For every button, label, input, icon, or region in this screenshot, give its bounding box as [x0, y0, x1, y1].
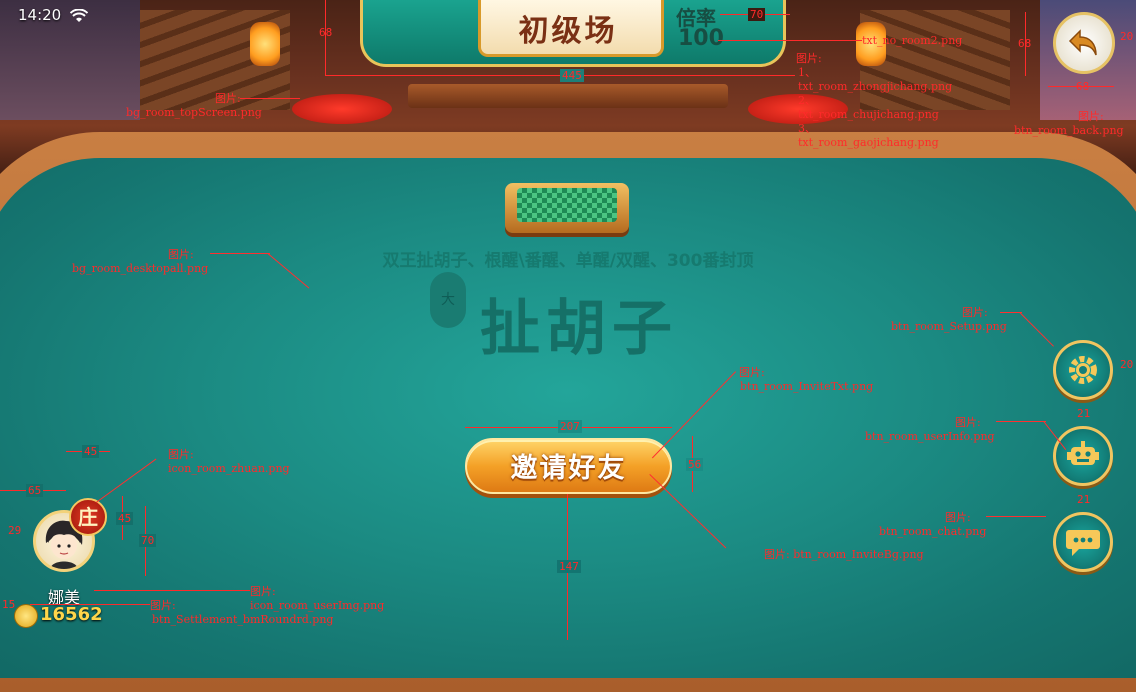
back-button[interactable] — [1053, 12, 1115, 74]
chat-bubble-icon — [1056, 515, 1110, 569]
right-cushion — [748, 94, 848, 124]
card-deck-icon — [517, 188, 617, 222]
table-desktop — [0, 158, 1136, 678]
rules-text: 双王扯胡子、根醒\番醒、单醒/双醒、300番封顶 — [382, 251, 754, 271]
user-info-button[interactable] — [1053, 426, 1113, 486]
invite-button-label[interactable]: 邀请好友 — [465, 446, 672, 485]
left-lantern — [250, 22, 280, 66]
left-cushion — [292, 94, 392, 124]
logo-seal: 大 — [430, 272, 466, 328]
banker-badge: 庄 — [69, 498, 107, 536]
coin-icon — [14, 604, 38, 628]
right-lantern — [856, 22, 886, 66]
back-arrow-icon — [1068, 29, 1097, 56]
wifi-icon — [69, 8, 89, 27]
room-title: 初级场 — [518, 14, 618, 49]
coin-amount: 16562 — [40, 604, 103, 625]
gear-icon — [1056, 343, 1110, 397]
low-table — [408, 84, 728, 108]
chat-button[interactable] — [1053, 512, 1113, 572]
rate-value: 100 — [678, 26, 724, 51]
robot-icon — [1056, 429, 1110, 483]
game-logo: 扯胡子 — [480, 294, 678, 364]
settings-button[interactable] — [1053, 340, 1113, 400]
status-time: 14:20 — [18, 6, 62, 24]
